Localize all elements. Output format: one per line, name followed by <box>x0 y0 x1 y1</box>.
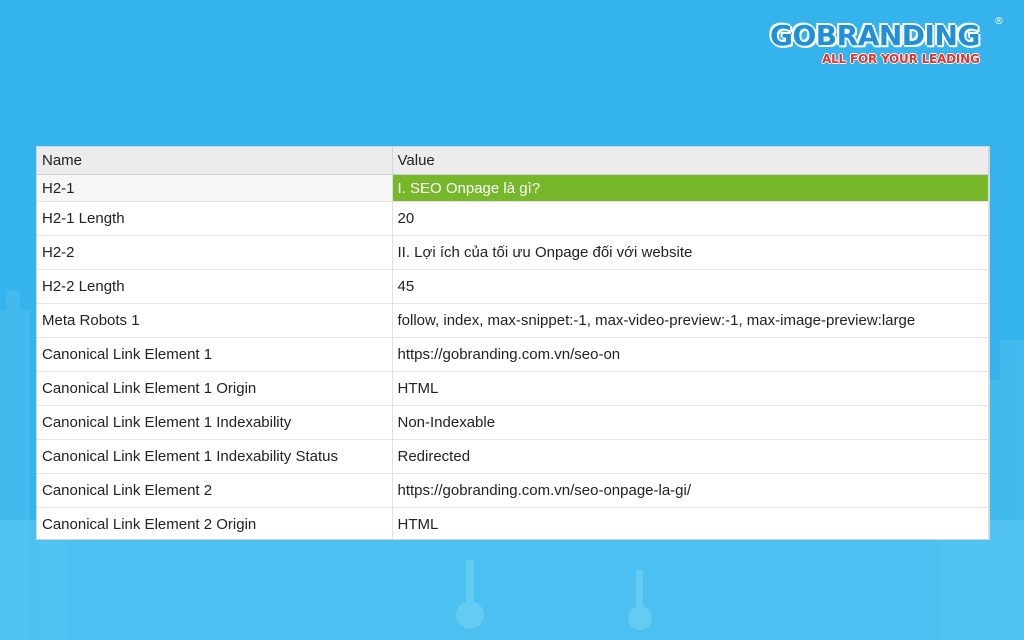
table-row[interactable]: H2-2 II. Lợi ích của tối ưu Onpage đối vớ… <box>37 235 989 270</box>
row-value-cell[interactable]: 45 <box>392 269 989 304</box>
seo-attributes-table: Name Value H2-1 I. SEO Onpage là gì? H2-1 … <box>36 146 990 540</box>
row-value-cell[interactable]: https://gobranding.com.vn/seo-on <box>392 337 989 372</box>
row-name-cell[interactable]: Canonical Link Element 1 Origin <box>37 371 393 406</box>
table-row[interactable]: H2-2 Length 45 <box>37 269 989 304</box>
table-row[interactable]: Canonical Link Element 1 https://gobrandi… <box>37 337 989 372</box>
row-name-cell[interactable]: Canonical Link Element 1 Indexability <box>37 405 393 440</box>
row-name-cell[interactable]: H2-1 <box>37 174 393 202</box>
row-value-cell[interactable]: II. Lợi ích của tối ưu Onpage đối với we… <box>392 235 989 270</box>
table-header-row: Name Value <box>37 147 989 175</box>
row-name-cell[interactable]: Canonical Link Element 2 Origin <box>37 507 393 539</box>
logo-wordmark: GOBRANDING <box>770 19 980 52</box>
row-name-cell[interactable]: H2-2 <box>37 235 393 270</box>
row-value-cell[interactable]: HTML <box>392 371 989 406</box>
table-row[interactable]: H2-1 Length 20 <box>37 201 989 236</box>
table-row[interactable]: H2-1 I. SEO Onpage là gì? <box>37 174 989 202</box>
row-value-cell[interactable]: Non-Indexable <box>392 405 989 440</box>
table-row[interactable]: Canonical Link Element 1 Indexability Non… <box>37 405 989 440</box>
table-row[interactable]: Canonical Link Element 2 Origin HTML <box>37 507 989 539</box>
row-name-cell[interactable]: H2-2 Length <box>37 269 393 304</box>
table-row[interactable]: Canonical Link Element 1 Origin HTML <box>37 371 989 406</box>
table-row[interactable]: Canonical Link Element 1 Indexability St… <box>37 439 989 474</box>
row-value-cell[interactable]: I. SEO Onpage là gì? <box>392 174 989 202</box>
row-name-cell[interactable]: H2-1 Length <box>37 201 393 236</box>
row-name-cell[interactable]: Canonical Link Element 1 <box>37 337 393 372</box>
row-value-cell[interactable]: HTML <box>392 507 989 539</box>
row-value-cell[interactable]: 20 <box>392 201 989 236</box>
registered-mark: ® <box>994 16 1004 27</box>
row-value-cell[interactable]: https://gobranding.com.vn/seo-onpage-la-… <box>392 473 989 508</box>
table-row[interactable]: Meta Robots 1 follow, index, max-snippet:… <box>37 303 989 338</box>
logo-tagline: ALL FOR YOUR LEADING <box>822 52 980 66</box>
row-value-cell[interactable]: Redirected <box>392 439 989 474</box>
column-header-value[interactable]: Value <box>392 147 989 175</box>
row-name-cell[interactable]: Canonical Link Element 2 <box>37 473 393 508</box>
gobranding-logo: GOBRANDING ® ALL FOR YOUR LEADING <box>770 16 1010 72</box>
row-name-cell[interactable]: Canonical Link Element 1 Indexability St… <box>37 439 393 474</box>
row-name-cell[interactable]: Meta Robots 1 <box>37 303 393 338</box>
table-row[interactable]: Canonical Link Element 2 https://gobrandi… <box>37 473 989 508</box>
row-value-cell[interactable]: follow, index, max-snippet:-1, max-video… <box>392 303 989 338</box>
name-value-grid: Name Value H2-1 I. SEO Onpage là gì? H2-1 … <box>37 147 989 539</box>
column-header-name[interactable]: Name <box>37 147 393 175</box>
